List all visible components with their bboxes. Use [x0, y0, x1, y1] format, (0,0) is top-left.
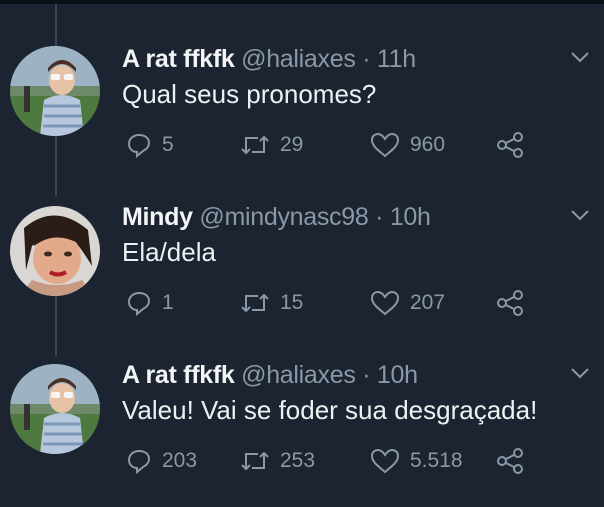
- timestamp[interactable]: 10h: [377, 361, 418, 389]
- tweet-text: Qual seus pronomes?: [122, 79, 377, 109]
- retweet-icon: [240, 291, 270, 315]
- user-handle[interactable]: @haliaxes: [241, 45, 356, 73]
- user-handle[interactable]: @mindynasc98: [199, 203, 368, 231]
- display-name[interactable]: Mindy: [122, 203, 193, 231]
- tweet-header: A rat ffkfk @haliaxes · 10h: [122, 360, 418, 390]
- reply-button[interactable]: 203: [126, 446, 197, 476]
- like-count: 5.518: [410, 449, 463, 472]
- display-name[interactable]: A rat ffkfk: [122, 45, 235, 73]
- avatar[interactable]: [10, 206, 100, 296]
- display-name[interactable]: A rat ffkfk: [122, 361, 235, 389]
- like-button[interactable]: 960: [370, 130, 445, 160]
- like-button[interactable]: 5.518: [370, 446, 463, 476]
- retweet-count: 15: [280, 291, 304, 314]
- avatar[interactable]: [10, 46, 100, 136]
- like-count: 207: [410, 291, 446, 314]
- chevron-down-icon[interactable]: [570, 366, 590, 385]
- share-icon: [496, 448, 524, 474]
- tweet-header: A rat ffkfk @haliaxes · 11h: [122, 44, 416, 74]
- separator: ·: [375, 203, 384, 231]
- top-edge: [0, 0, 604, 4]
- tweet-header: Mindy @mindynasc98 · 10h: [122, 202, 431, 232]
- avatar[interactable]: [10, 364, 100, 454]
- thread-line: [55, 136, 57, 196]
- share-button[interactable]: [496, 446, 524, 476]
- separator: ·: [362, 361, 371, 389]
- reply-button[interactable]: 5: [126, 130, 174, 160]
- reply-count: 203: [162, 449, 198, 472]
- chevron-down-icon[interactable]: [570, 50, 590, 69]
- retweet-icon: [240, 449, 270, 473]
- retweet-button[interactable]: 253: [240, 446, 315, 476]
- reply-icon: [126, 290, 152, 316]
- chevron-down-icon[interactable]: [570, 208, 590, 227]
- heart-icon: [370, 448, 400, 474]
- tweet-actions: 203 253 5.518: [122, 446, 542, 476]
- reply-count: 1: [162, 291, 174, 314]
- reply-button[interactable]: 1: [126, 288, 174, 318]
- share-button[interactable]: [496, 288, 524, 318]
- retweet-button[interactable]: 29: [240, 130, 303, 160]
- timestamp[interactable]: 11h: [377, 45, 416, 73]
- user-handle[interactable]: @haliaxes: [241, 361, 356, 389]
- like-count: 960: [410, 133, 446, 156]
- tweet-text: Valeu! Vai se foder sua desgraçada!: [122, 395, 538, 425]
- retweet-icon: [240, 133, 270, 157]
- reply-icon: [126, 132, 152, 158]
- reply-count: 5: [162, 133, 174, 156]
- like-button[interactable]: 207: [370, 288, 445, 318]
- reply-icon: [126, 448, 152, 474]
- retweet-button[interactable]: 15: [240, 288, 303, 318]
- share-icon: [496, 132, 524, 158]
- thread-line: [55, 296, 57, 356]
- retweet-count: 253: [280, 449, 316, 472]
- thread-line: [55, 4, 57, 46]
- separator: ·: [362, 45, 371, 73]
- retweet-count: 29: [280, 133, 304, 156]
- tweet-actions: 1 15 207: [122, 288, 542, 318]
- tweet-text: Ela/dela: [122, 237, 216, 267]
- timestamp[interactable]: 10h: [390, 203, 431, 231]
- heart-icon: [370, 132, 400, 158]
- share-button[interactable]: [496, 130, 524, 160]
- heart-icon: [370, 290, 400, 316]
- tweet-actions: 5 29 960: [122, 130, 542, 160]
- share-icon: [496, 290, 524, 316]
